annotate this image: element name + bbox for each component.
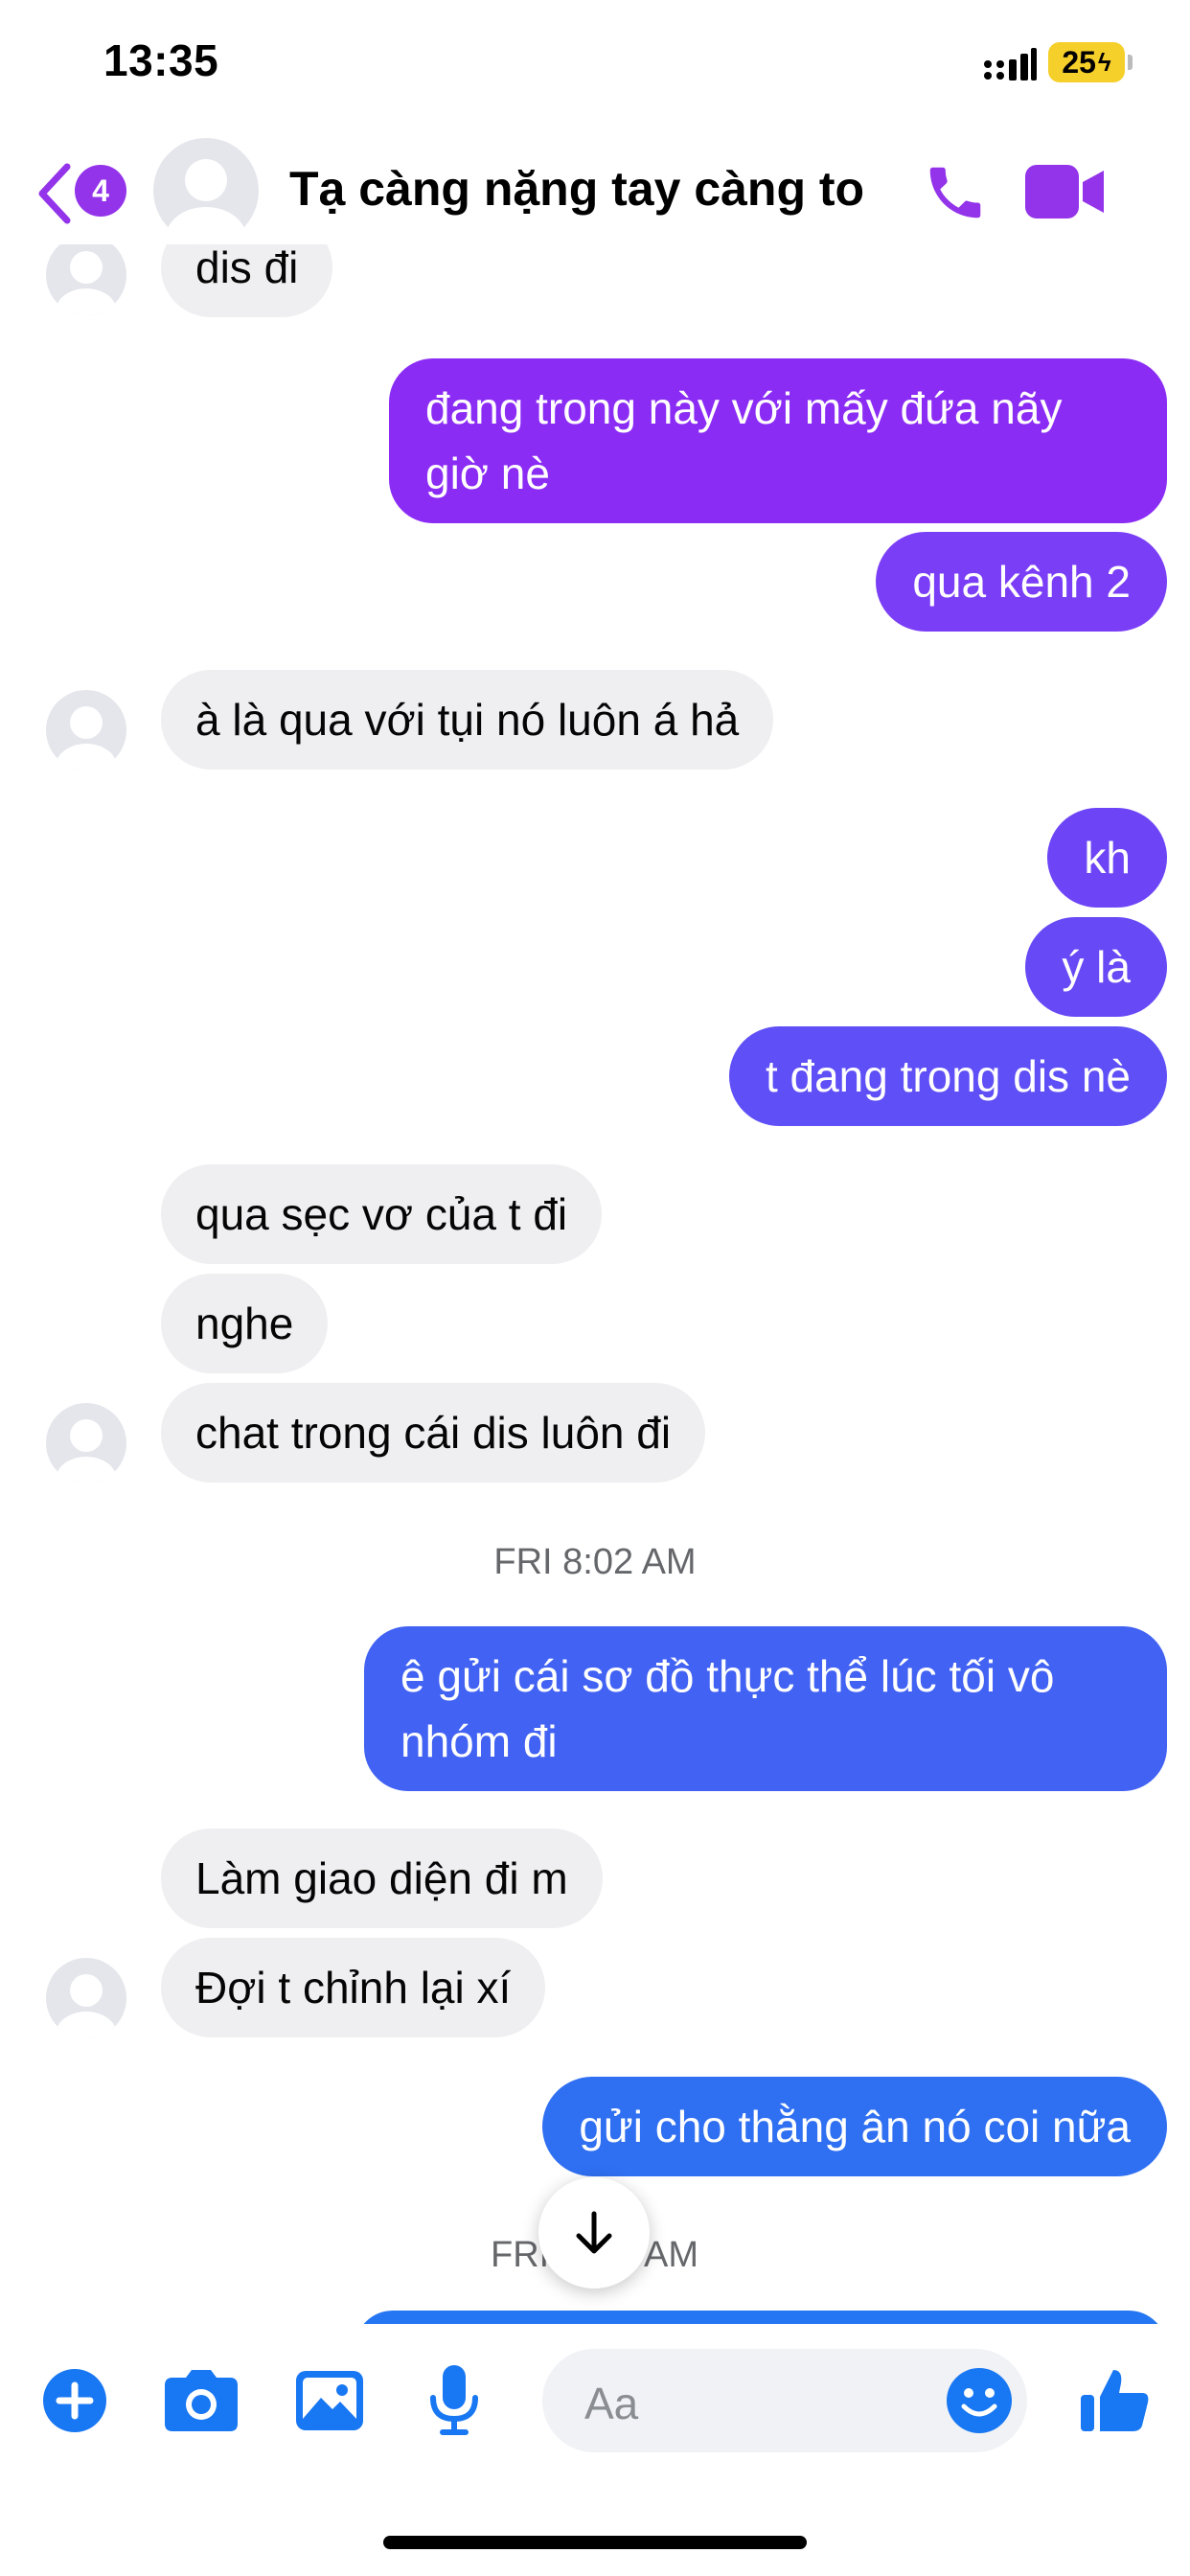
emoji-icon[interactable] <box>945 2366 1014 2435</box>
thumbs-up-icon <box>1081 2370 1149 2431</box>
plus-circle-icon <box>43 2369 106 2432</box>
gallery-button[interactable] <box>293 2364 366 2437</box>
message-input-placeholder: Aa <box>584 2379 639 2428</box>
composer-bar: Aa <box>0 2324 1190 2477</box>
voice-message-button[interactable] <box>418 2364 491 2437</box>
message-bubble-incoming[interactable]: Đợi t chỉnh lại xí <box>161 1938 546 2037</box>
sender-avatar[interactable] <box>46 244 126 315</box>
unread-badge[interactable]: 4 <box>75 165 126 217</box>
back-chevron-icon[interactable] <box>34 163 73 224</box>
status-time: 13:35 <box>103 35 219 85</box>
sender-avatar[interactable] <box>46 690 126 770</box>
message-bubble-outgoing-partial[interactable] <box>355 2311 1167 2324</box>
chat-header: 4 Tạ càng nặng tay càng to <box>0 134 1190 249</box>
message-bubble-incoming[interactable]: qua sẹc vơ của t đi <box>161 1164 603 1264</box>
timestamp: FRI 8:02 AM <box>493 1542 697 1582</box>
battery-level: 25 <box>1062 44 1096 80</box>
message-bubble-outgoing[interactable]: t đang trong dis nè <box>728 1026 1167 1126</box>
message-bubble-incoming[interactable]: chat trong cái dis luôn đi <box>161 1383 706 1483</box>
message-bubble-outgoing[interactable]: qua kênh 2 <box>876 532 1167 632</box>
message-bubble-outgoing[interactable]: ý là <box>1025 917 1167 1017</box>
camera-icon <box>165 2370 238 2431</box>
message-bubble-incoming[interactable]: dis đi <box>161 244 333 317</box>
message-input[interactable]: Aa <box>542 2349 1027 2452</box>
microphone-icon <box>430 2365 478 2435</box>
contact-avatar[interactable] <box>153 138 259 243</box>
camera-button[interactable] <box>165 2364 238 2437</box>
sender-avatar[interactable] <box>46 1958 126 2038</box>
scroll-to-bottom-button[interactable] <box>538 2177 650 2288</box>
message-bubble-outgoing[interactable]: kh <box>1047 808 1167 908</box>
home-indicator <box>383 2536 807 2549</box>
timestamp-partial-right: AM <box>644 2235 698 2275</box>
message-bubble-outgoing[interactable]: ê gửi cái sơ đồ thực thể lúc tối vô nhóm… <box>364 1626 1167 1791</box>
add-more-button[interactable] <box>38 2364 111 2437</box>
battery-indicator: 25 ϟ <box>1048 42 1133 82</box>
sender-avatar[interactable] <box>46 1403 126 1484</box>
message-bubble-incoming[interactable]: nghe <box>161 1274 329 1373</box>
arrow-down-icon <box>576 2211 612 2254</box>
message-bubble-outgoing[interactable]: đang trong này với mấy đứa nãy giờ nè <box>389 358 1167 523</box>
message-bubble-incoming[interactable]: Làm giao diện đi m <box>161 1828 603 1928</box>
phone-call-icon[interactable] <box>922 159 989 226</box>
signal-icon <box>984 48 1037 80</box>
chat-title[interactable]: Tạ càng nặng tay càng to <box>289 161 864 217</box>
message-bubble-outgoing[interactable]: gửi cho thằng ân nó coi nữa <box>542 2077 1167 2176</box>
photo-gallery-icon <box>296 2371 363 2430</box>
like-button[interactable] <box>1079 2364 1152 2437</box>
video-call-icon[interactable] <box>1025 161 1106 222</box>
message-bubble-incoming[interactable]: à là qua với tụi nó luôn á hả <box>161 670 774 770</box>
default-avatar-icon <box>166 159 246 243</box>
charging-icon: ϟ <box>1097 47 1111 77</box>
message-list[interactable]: dis đi đang trong này với mấy đứa nãy gi… <box>0 244 1190 2324</box>
